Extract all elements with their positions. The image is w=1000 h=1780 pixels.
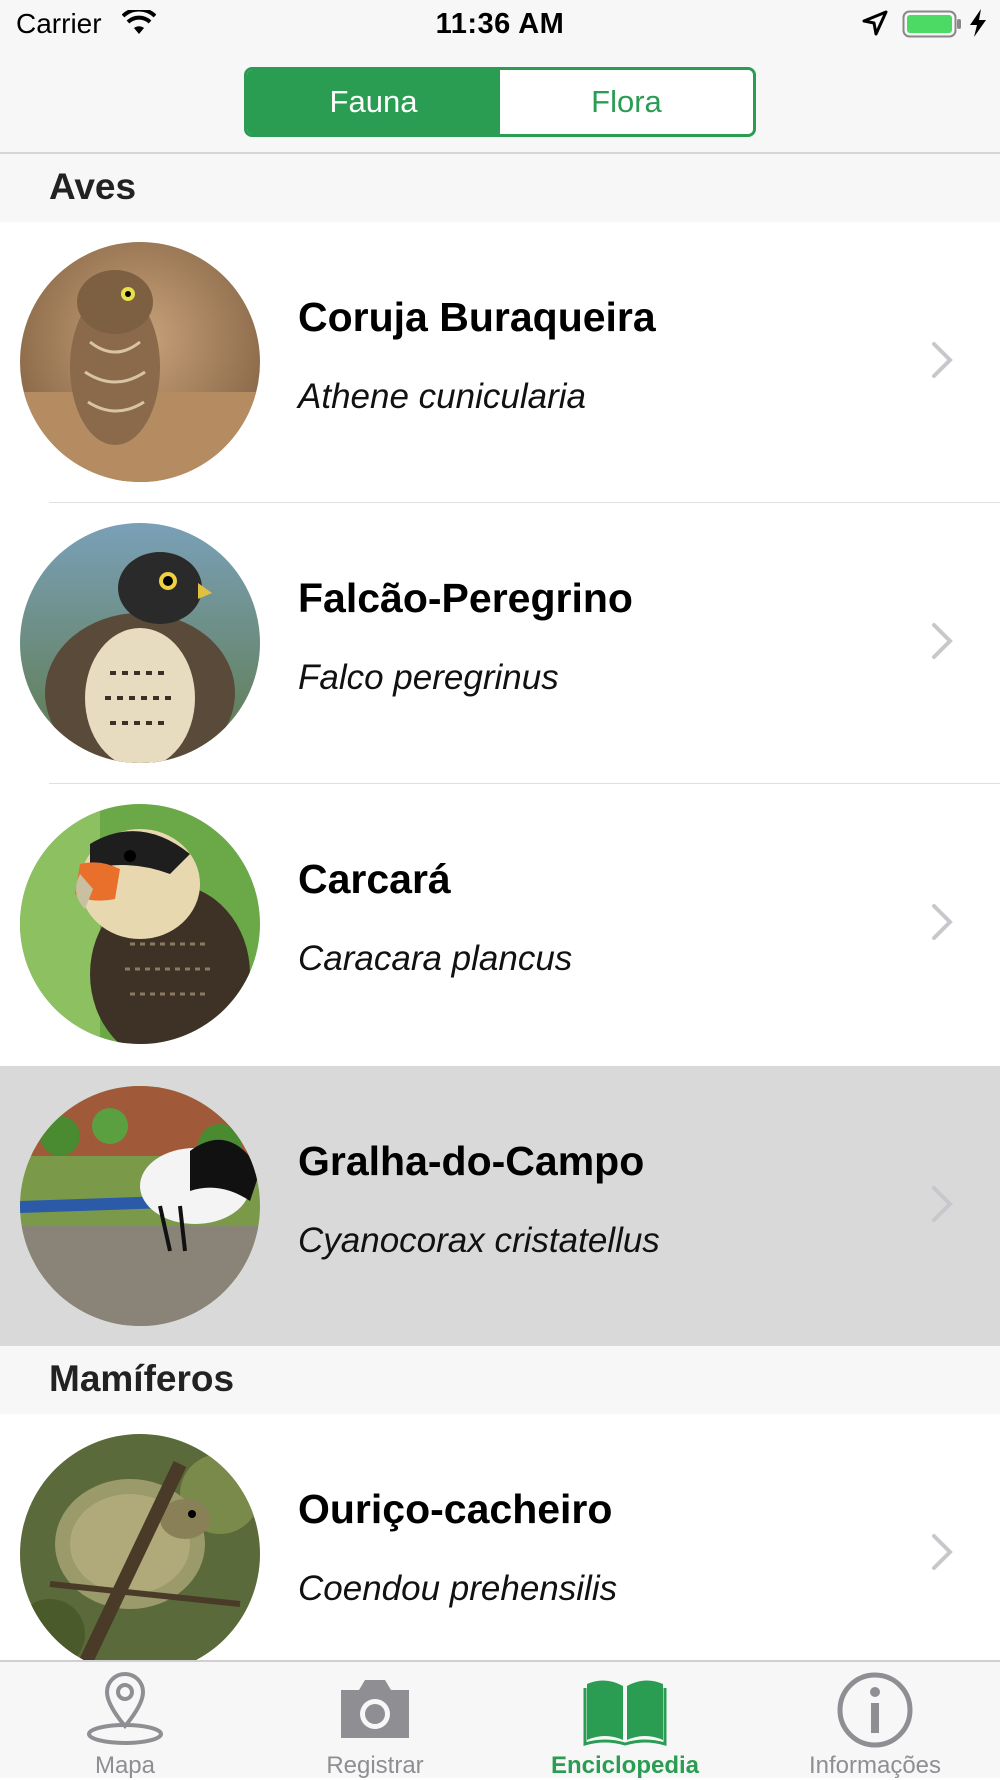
segment-fauna[interactable]: Fauna [247, 70, 500, 134]
tab-registrar[interactable]: Registrar [250, 1662, 500, 1780]
owl-photo [20, 242, 260, 482]
list-item[interactable]: Ouriço-cacheiro Coendou prehensilis [0, 1414, 1000, 1694]
map-pin-icon [0, 1670, 250, 1746]
list-item[interactable]: Coruja Buraqueira Athene cunicularia [0, 222, 1000, 502]
clock: 11:36 AM [435, 8, 565, 40]
section-header-aves: Aves [0, 154, 1000, 222]
species-name: Carcará [298, 856, 451, 902]
tab-label: Mapa [94, 1752, 156, 1779]
camera-icon [250, 1670, 500, 1746]
chevron-right-icon [930, 621, 954, 666]
tab-label: Registrar [326, 1752, 424, 1779]
scientific-name: Coendou prehensilis [298, 1569, 618, 1608]
chevron-right-icon [930, 1532, 954, 1577]
book-icon [500, 1670, 750, 1746]
fauna-flora-segmented-control: Fauna Flora [244, 67, 756, 137]
scientific-name: Caracara plancus [298, 939, 573, 978]
tab-enciclopedia[interactable]: Enciclopedia [500, 1662, 750, 1780]
status-bar: Carrier 11:36 AM [0, 0, 1000, 50]
section-header-mamiferos: Mamíferos [0, 1346, 1000, 1414]
tab-label: Informações [808, 1752, 942, 1779]
charging-bolt-icon [968, 8, 988, 43]
chevron-right-icon [930, 340, 954, 385]
species-name: Coruja Buraqueira [298, 294, 656, 340]
section-title: Mamíferos [49, 1358, 235, 1399]
chevron-right-icon [930, 1184, 954, 1229]
scientific-name: Cyanocorax cristatellus [298, 1221, 660, 1260]
battery-icon [902, 10, 962, 43]
caracara-photo [20, 804, 260, 1044]
porcupine-photo [20, 1434, 260, 1674]
jay-photo [20, 1086, 260, 1326]
tab-bar: Mapa Registrar Enciclopedia Informações [0, 1660, 1000, 1780]
chevron-right-icon [930, 902, 954, 947]
scientific-name: Athene cunicularia [298, 377, 586, 416]
tab-informacoes[interactable]: Informações [750, 1662, 1000, 1780]
list-item[interactable]: Carcará Caracara plancus [0, 784, 1000, 1064]
species-name: Falcão-Peregrino [298, 575, 633, 621]
scientific-name: Falco peregrinus [298, 658, 559, 697]
species-name: Gralha-do-Campo [298, 1138, 645, 1184]
list-item[interactable]: Falcão-Peregrino Falco peregrinus [0, 503, 1000, 783]
tab-label: Enciclopedia [550, 1752, 700, 1779]
list-item[interactable]: Gralha-do-Campo Cyanocorax cristatellus [0, 1066, 1000, 1346]
segment-flora[interactable]: Flora [500, 70, 753, 134]
info-icon [750, 1670, 1000, 1750]
location-arrow-icon [862, 10, 888, 41]
falcon-photo [20, 523, 260, 763]
section-title: Aves [49, 166, 137, 207]
tab-mapa[interactable]: Mapa [0, 1662, 250, 1780]
species-name: Ouriço-cacheiro [298, 1486, 613, 1532]
navigation-bar: Fauna Flora [0, 50, 1000, 154]
